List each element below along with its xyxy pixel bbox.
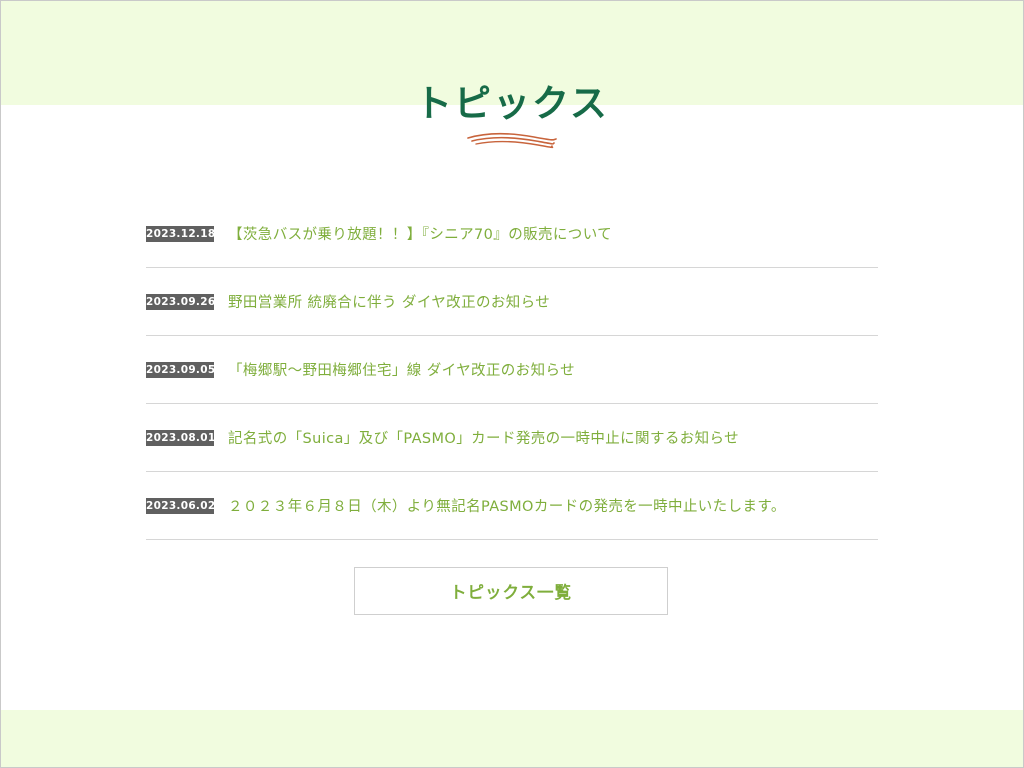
- topic-title-link[interactable]: 「梅郷駅～野田梅郷住宅」線 ダイヤ改正のお知らせ: [228, 359, 575, 380]
- wave-ornament-icon: [467, 132, 557, 149]
- topic-item[interactable]: 2023.09.26 野田営業所 統廃合に伴う ダイヤ改正のお知らせ: [146, 268, 878, 336]
- topic-title-link[interactable]: ２０２３年６月８日（木）より無記名PASMOカードの発売を一時中止いたします。: [228, 495, 786, 516]
- topic-item[interactable]: 2023.08.01 記名式の「Suica」及び「PASMO」カード発売の一時中…: [146, 404, 878, 472]
- topic-title-link[interactable]: 【茨急バスが乗り放題！！】『シニア70』の販売について: [228, 223, 612, 244]
- date-badge: 2023.09.05: [146, 361, 216, 378]
- topic-title-link[interactable]: 記名式の「Suica」及び「PASMO」カード発売の一時中止に関するお知らせ: [228, 427, 739, 448]
- date-badge: 2023.06.02: [146, 497, 216, 514]
- topic-item[interactable]: 2023.12.18 【茨急バスが乗り放題！！】『シニア70』の販売について: [146, 200, 878, 268]
- date-badge: 2023.08.01: [146, 429, 216, 446]
- section-title: トピックス: [415, 82, 609, 125]
- date-badge: 2023.09.26: [146, 293, 216, 310]
- date-badge: 2023.12.18: [146, 225, 216, 242]
- footer-band: [1, 710, 1023, 767]
- topic-item[interactable]: 2023.09.05 「梅郷駅～野田梅郷住宅」線 ダイヤ改正のお知らせ: [146, 336, 878, 404]
- topics-list: 2023.12.18 【茨急バスが乗り放題！！】『シニア70』の販売について 2…: [146, 200, 878, 540]
- topic-item[interactable]: 2023.06.02 ２０２３年６月８日（木）より無記名PASMOカードの発売を…: [146, 472, 878, 540]
- topics-list-button[interactable]: トピックス一覧: [354, 567, 668, 615]
- topic-title-link[interactable]: 野田営業所 統廃合に伴う ダイヤ改正のお知らせ: [228, 291, 550, 312]
